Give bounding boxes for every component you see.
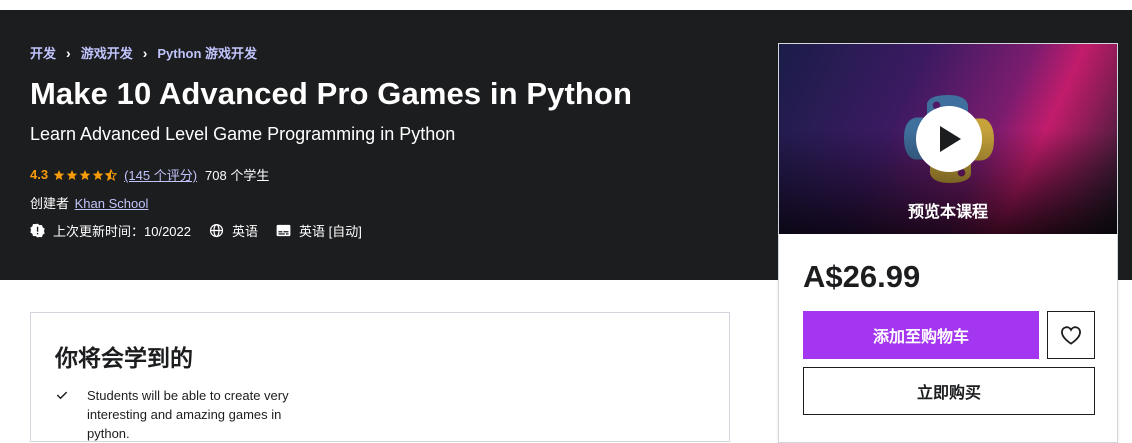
learn-title: 你将会学到的 <box>55 345 193 371</box>
preview-label: 预览本课程 <box>907 204 988 221</box>
course-price: A$26.99 <box>803 259 921 294</box>
creator-row: 创建者 Khan School <box>30 193 148 212</box>
breadcrumb: 开发 › 游戏开发 › Python 游戏开发 <box>30 43 257 62</box>
breadcrumb-item-python-game-development[interactable]: Python 游戏开发 <box>157 43 257 62</box>
check-icon <box>56 391 68 400</box>
rating-value: 4.3 <box>30 167 49 182</box>
rating-row: 4.3 (145 个评分) 708 个学生 <box>30 165 269 184</box>
chevron-right-icon: › <box>66 44 71 61</box>
language: 英语 <box>209 221 258 240</box>
what-you-will-learn: 你将会学到的 Students will be able to create v… <box>30 312 730 442</box>
star-icon <box>92 169 104 180</box>
captions-icon <box>276 224 291 237</box>
language-text: 英语 <box>232 224 259 239</box>
course-title: Make 10 Advanced Pro Games in Python <box>30 76 632 111</box>
chevron-right-icon: › <box>142 44 148 61</box>
wishlist-button[interactable] <box>1047 311 1095 359</box>
course-meta: 上次更新时间：10/2022 英语 英语 [自动] <box>30 221 380 240</box>
course-subtitle: Learn Advanced Level Game Programming in… <box>30 124 456 144</box>
play-button[interactable] <box>916 106 982 172</box>
globe-icon <box>209 223 224 238</box>
buy-now-button[interactable]: 立即购买 <box>803 367 1095 415</box>
add-to-cart-button[interactable]: 添加至购物车 <box>803 311 1039 359</box>
play-icon <box>940 126 961 152</box>
student-count: 708 个学生 <box>205 168 270 183</box>
half-star-icon <box>105 168 118 181</box>
learn-item-text: Students will be able to create very int… <box>87 388 289 441</box>
course-preview[interactable]: 预览本课程 <box>779 44 1117 234</box>
star-icon <box>66 169 78 180</box>
last-updated: 上次更新时间：10/2022 <box>30 221 191 240</box>
star-icon <box>53 169 65 180</box>
captions-text: 英语 [自动] <box>299 224 362 239</box>
reviews-link[interactable]: (145 个评分) <box>124 165 197 184</box>
top-strip <box>0 0 1132 10</box>
creator-link[interactable]: Khan School <box>75 196 149 211</box>
creator-prefix: 创建者 <box>30 196 70 211</box>
breadcrumb-item-game-development[interactable]: 游戏开发 <box>81 43 133 62</box>
star-icon <box>79 169 91 180</box>
alert-icon <box>30 223 45 238</box>
breadcrumb-item-development[interactable]: 开发 <box>30 43 56 62</box>
last-updated-text: 上次更新时间：10/2022 <box>53 224 191 239</box>
learn-item: Students will be able to create very int… <box>55 386 327 443</box>
star-rating <box>53 168 118 181</box>
heart-icon <box>1060 326 1082 345</box>
captions: 英语 [自动] <box>276 221 362 240</box>
purchase-sidebar: 预览本课程 A$26.99 添加至购物车 立即购买 <box>778 43 1118 443</box>
